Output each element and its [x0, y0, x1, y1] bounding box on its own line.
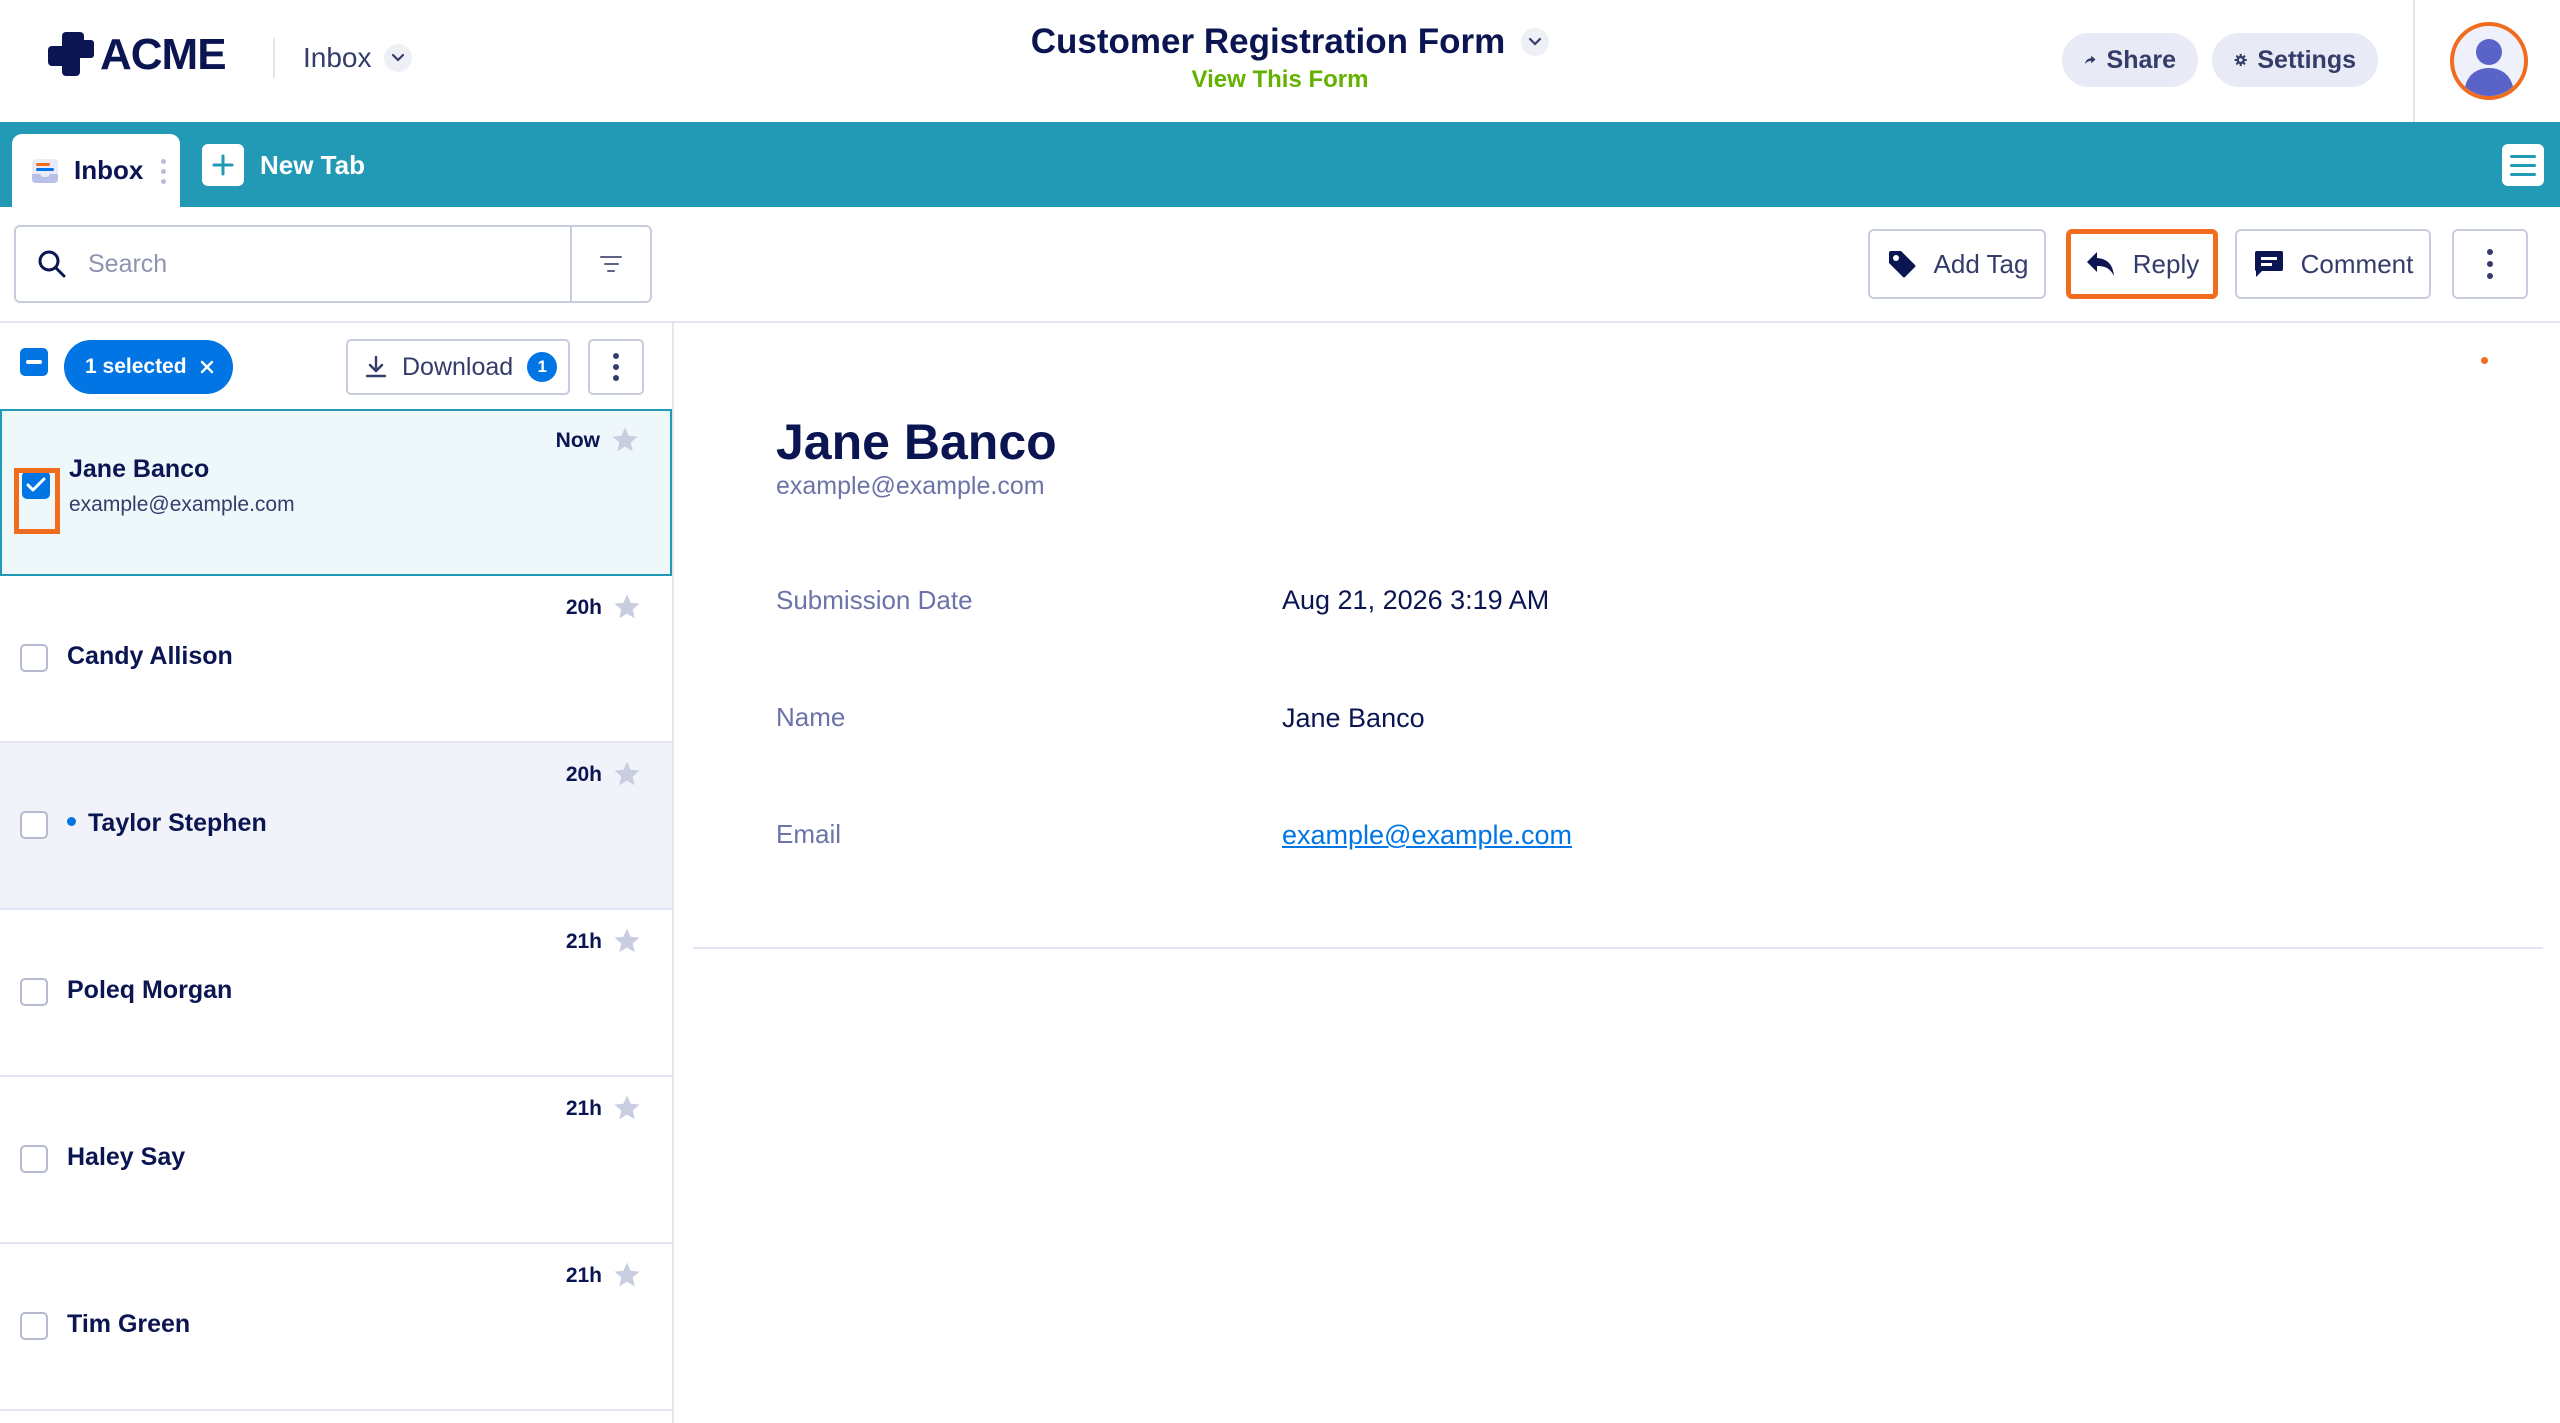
- selection-pill[interactable]: 1 selected: [64, 340, 233, 394]
- row-checkbox[interactable]: [20, 978, 48, 1006]
- toolbar: Add Tag Reply Comment: [0, 207, 2560, 323]
- search-box: [14, 225, 652, 303]
- chevron-down-icon: [1521, 28, 1550, 56]
- form-title: Customer Registration Form: [1030, 22, 1506, 61]
- row-name: Haley Say: [67, 1143, 186, 1171]
- download-button[interactable]: Download 1: [346, 339, 570, 395]
- row-name: Tim Green: [67, 1310, 191, 1338]
- selected-count-label: 1 selected: [85, 355, 187, 378]
- field-value-submission-date: Aug 21, 2026 3:19 AM: [1282, 585, 1550, 615]
- view-form-link[interactable]: View This Form: [1192, 66, 1369, 93]
- star-icon[interactable]: [612, 1093, 642, 1123]
- list-more-options-icon[interactable]: [588, 339, 644, 395]
- detail-email: example@example.com: [776, 472, 1045, 500]
- share-label: Share: [2106, 45, 2176, 74]
- detail-divider: [693, 947, 2543, 949]
- status-dot-icon: [2481, 357, 2488, 364]
- unread-dot-icon: [67, 816, 76, 826]
- field-label-email: Email: [776, 819, 842, 849]
- reply-label: Reply: [2132, 248, 2200, 279]
- submission-detail-pane: Jane Banco example@example.com Submissio…: [676, 323, 2560, 1423]
- row-name-wrap: Taylor Stephen: [67, 809, 267, 838]
- row-email: example@example.com: [69, 493, 295, 516]
- row-time: 21h: [565, 930, 602, 953]
- tab-drag-handle-icon[interactable]: [161, 159, 166, 184]
- row-checkbox[interactable]: [20, 1145, 48, 1173]
- download-label: Download: [402, 352, 514, 381]
- close-icon[interactable]: [199, 359, 215, 375]
- download-count-badge: 1: [527, 352, 558, 382]
- row-time: 20h: [565, 763, 602, 786]
- share-button[interactable]: Share: [2062, 33, 2198, 87]
- reply-button[interactable]: Reply: [2066, 229, 2218, 299]
- new-tab-label: New Tab: [260, 149, 365, 180]
- submission-row-poleq-morgan[interactable]: Poleq Morgan 21h: [0, 910, 672, 1077]
- row-checkbox[interactable]: [20, 811, 48, 839]
- row-name: Candy Allison: [67, 642, 233, 670]
- tab-inbox[interactable]: Inbox: [12, 134, 180, 207]
- row-checkbox[interactable]: [20, 644, 48, 672]
- star-icon[interactable]: [612, 1260, 642, 1290]
- download-icon: [365, 355, 387, 378]
- new-tab-button[interactable]: New Tab: [202, 144, 365, 186]
- submission-row-candy-allison[interactable]: Candy Allison 20h: [0, 576, 672, 743]
- field-value-email-link[interactable]: example@example.com: [1282, 820, 1572, 851]
- star-icon[interactable]: [612, 759, 642, 789]
- tab-menu-icon[interactable]: [2502, 144, 2544, 186]
- row-name: Poleq Morgan: [67, 976, 233, 1004]
- comment-icon: [2254, 251, 2283, 277]
- user-icon: [2464, 39, 2514, 96]
- list-actions-bar: 1 selected Download 1: [0, 323, 672, 409]
- comment-button[interactable]: Comment: [2235, 229, 2431, 299]
- settings-button[interactable]: Settings: [2212, 33, 2378, 87]
- field-value-name: Jane Banco: [1282, 703, 1425, 733]
- star-icon[interactable]: [610, 425, 640, 455]
- search-input[interactable]: [88, 249, 548, 279]
- user-avatar[interactable]: [2450, 22, 2528, 100]
- field-label-submission-date: Submission Date: [776, 585, 973, 615]
- row-time: Now: [555, 429, 600, 452]
- tab-bar: Inbox New Tab: [0, 122, 2560, 207]
- submission-row-tim-green[interactable]: Tim Green 21h: [0, 1244, 672, 1411]
- submission-row-jane-banco[interactable]: Jane Banco example@example.com Now: [0, 409, 672, 576]
- inbox-tab-icon: [32, 158, 58, 183]
- more-options-icon[interactable]: [2452, 229, 2528, 299]
- star-icon[interactable]: [612, 926, 642, 956]
- star-icon[interactable]: [612, 592, 642, 622]
- filter-icon[interactable]: [570, 227, 650, 301]
- reply-icon: [2086, 252, 2114, 276]
- detail-name: Jane Banco: [776, 414, 1057, 470]
- settings-label: Settings: [2257, 45, 2356, 74]
- row-time: 21h: [565, 1264, 602, 1287]
- submission-list-pane: 1 selected Download 1 Jane Banco example…: [0, 323, 674, 1423]
- row-checkbox[interactable]: [20, 1312, 48, 1340]
- gear-icon: [2234, 53, 2247, 67]
- checkbox-highlight: [14, 468, 60, 534]
- form-title-dropdown[interactable]: Customer Registration Form: [1011, 22, 1550, 62]
- field-label-name: Name: [776, 702, 846, 732]
- select-all-checkbox[interactable]: [20, 348, 48, 376]
- comment-label: Comment: [2300, 248, 2414, 279]
- add-tag-label: Add Tag: [1933, 248, 2029, 279]
- submission-row-haley-say[interactable]: Haley Say 21h: [0, 1077, 672, 1244]
- row-name: Taylor Stephen: [88, 809, 267, 837]
- header-vertical-divider: [2413, 0, 2415, 122]
- row-name: Jane Banco: [69, 455, 210, 483]
- share-icon: [2084, 55, 2096, 65]
- plus-icon: [202, 144, 244, 186]
- row-time: 20h: [565, 596, 602, 619]
- tag-icon: [1888, 251, 1916, 278]
- tab-inbox-label: Inbox: [74, 155, 144, 185]
- row-time: 21h: [565, 1097, 602, 1120]
- add-tag-button[interactable]: Add Tag: [1868, 229, 2046, 299]
- search-icon: [16, 249, 88, 279]
- app-header: ACME Inbox Customer Registration Form Vi…: [0, 0, 2560, 122]
- submission-row-taylor-stephen[interactable]: Taylor Stephen 20h: [0, 743, 672, 910]
